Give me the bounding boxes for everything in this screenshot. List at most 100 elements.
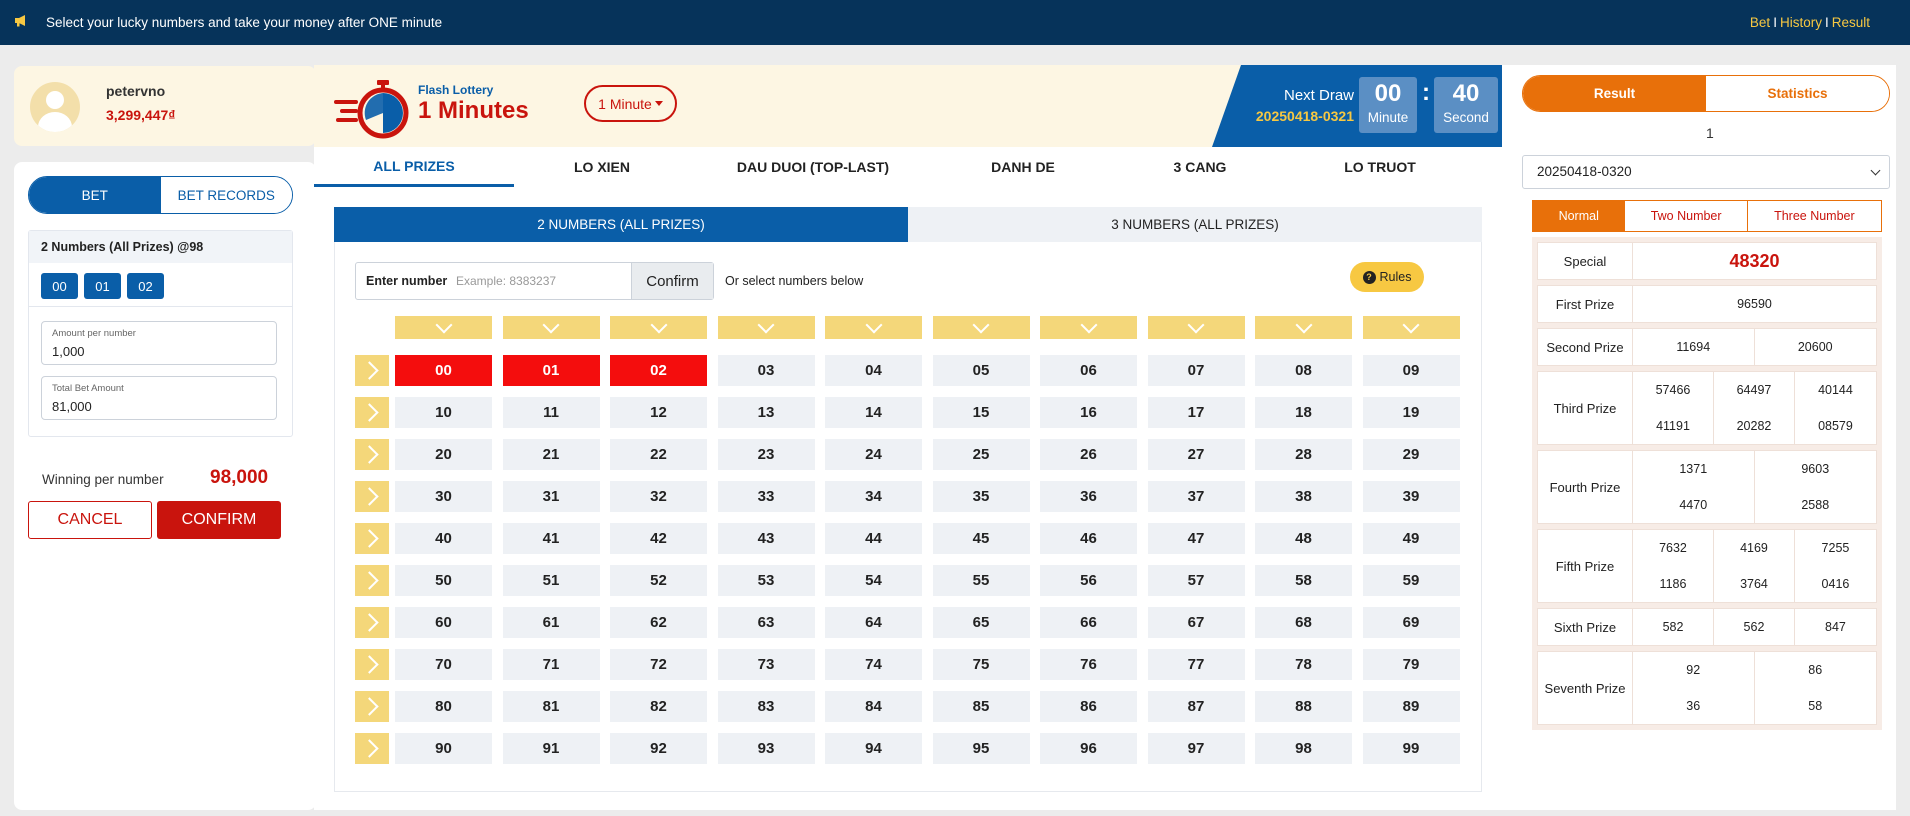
number-cell[interactable]: 01 [502, 355, 600, 386]
number-cell[interactable]: 97 [1147, 733, 1245, 764]
number-cell[interactable]: 32 [610, 481, 707, 512]
number-cell[interactable]: 18 [1255, 397, 1352, 428]
column-select-button[interactable] [1255, 316, 1352, 339]
row-select-button[interactable] [355, 439, 389, 470]
number-cell[interactable]: 59 [1362, 565, 1460, 596]
number-cell[interactable]: 39 [1362, 481, 1460, 512]
number-cell[interactable]: 30 [395, 481, 492, 512]
number-cell[interactable]: 54 [825, 565, 922, 596]
confirm-button[interactable]: CONFIRM [157, 501, 281, 539]
number-cell[interactable]: 75 [932, 649, 1030, 680]
number-cell[interactable]: 56 [1040, 565, 1137, 596]
amount-per-number-field[interactable]: Amount per number 1,000 [41, 321, 277, 365]
number-cell[interactable]: 50 [395, 565, 492, 596]
tab-bet[interactable]: BET [29, 177, 161, 213]
number-cell[interactable]: 26 [1040, 439, 1137, 470]
tab-two-number[interactable]: Two Number [1625, 201, 1748, 231]
number-cell[interactable]: 23 [717, 439, 815, 470]
number-cell[interactable]: 93 [717, 733, 815, 764]
row-select-button[interactable] [355, 691, 389, 722]
number-cell[interactable]: 87 [1147, 691, 1245, 722]
number-cell[interactable]: 31 [502, 481, 600, 512]
number-cell[interactable]: 42 [610, 523, 707, 554]
number-cell[interactable]: 70 [395, 649, 492, 680]
tab-statistics[interactable]: Statistics [1706, 76, 1889, 111]
selected-chip[interactable]: 01 [84, 273, 121, 299]
row-select-button[interactable] [355, 523, 389, 554]
number-cell[interactable]: 48 [1255, 523, 1352, 554]
number-cell[interactable]: 22 [610, 439, 707, 470]
period-dropdown[interactable]: 1 Minute [584, 85, 677, 122]
row-select-button[interactable] [355, 649, 389, 680]
number-cell[interactable]: 52 [610, 565, 707, 596]
number-cell[interactable]: 66 [1040, 607, 1137, 638]
number-cell[interactable]: 21 [502, 439, 600, 470]
number-cell[interactable]: 24 [825, 439, 922, 470]
number-cell[interactable]: 67 [1147, 607, 1245, 638]
tab-lo-truot[interactable]: LO TRUOT [1290, 147, 1470, 187]
number-cell[interactable]: 84 [825, 691, 922, 722]
number-cell[interactable]: 89 [1362, 691, 1460, 722]
number-cell[interactable]: 27 [1147, 439, 1245, 470]
number-cell[interactable]: 90 [395, 733, 492, 764]
number-cell[interactable]: 72 [610, 649, 707, 680]
column-select-button[interactable] [825, 316, 922, 339]
number-cell[interactable]: 07 [1147, 355, 1245, 386]
number-cell[interactable]: 36 [1040, 481, 1137, 512]
number-cell[interactable]: 73 [717, 649, 815, 680]
number-cell[interactable]: 11 [502, 397, 600, 428]
number-cell[interactable]: 65 [932, 607, 1030, 638]
row-select-button[interactable] [355, 565, 389, 596]
number-cell[interactable]: 09 [1362, 355, 1460, 386]
number-cell[interactable]: 41 [502, 523, 600, 554]
number-cell[interactable]: 81 [502, 691, 600, 722]
number-cell[interactable]: 44 [825, 523, 922, 554]
number-cell[interactable]: 10 [395, 397, 492, 428]
number-cell[interactable]: 19 [1362, 397, 1460, 428]
number-cell[interactable]: 51 [502, 565, 600, 596]
column-select-button[interactable] [395, 316, 492, 339]
number-cell[interactable]: 53 [717, 565, 815, 596]
row-select-button[interactable] [355, 397, 389, 428]
number-cell[interactable]: 94 [825, 733, 922, 764]
number-cell[interactable]: 02 [610, 355, 707, 386]
number-cell[interactable]: 04 [825, 355, 922, 386]
number-cell[interactable]: 14 [825, 397, 922, 428]
column-select-button[interactable] [717, 316, 815, 339]
number-cell[interactable]: 91 [502, 733, 600, 764]
tab-2-numbers[interactable]: 2 NUMBERS (ALL PRIZES) [334, 207, 908, 242]
number-cell[interactable]: 96 [1040, 733, 1137, 764]
cancel-button[interactable]: CANCEL [28, 501, 152, 539]
number-cell[interactable]: 86 [1040, 691, 1137, 722]
enter-number-input[interactable] [456, 274, 624, 288]
number-cell[interactable]: 60 [395, 607, 492, 638]
tab-lo-xien[interactable]: LO XIEN [514, 147, 690, 187]
number-cell[interactable]: 47 [1147, 523, 1245, 554]
row-select-button[interactable] [355, 607, 389, 638]
number-cell[interactable]: 79 [1362, 649, 1460, 680]
tab-three-number[interactable]: Three Number [1748, 201, 1881, 231]
number-cell[interactable]: 74 [825, 649, 922, 680]
tab-normal[interactable]: Normal [1533, 201, 1626, 231]
number-cell[interactable]: 83 [717, 691, 815, 722]
draw-select[interactable]: 20250418-0320 [1522, 155, 1890, 189]
number-cell[interactable]: 85 [932, 691, 1030, 722]
tab-3-numbers[interactable]: 3 NUMBERS (ALL PRIZES) [908, 207, 1482, 242]
number-cell[interactable]: 03 [717, 355, 815, 386]
number-cell[interactable]: 08 [1255, 355, 1352, 386]
number-cell[interactable]: 88 [1255, 691, 1352, 722]
number-cell[interactable]: 29 [1362, 439, 1460, 470]
tab-danh-de[interactable]: DANH DE [936, 147, 1110, 187]
result-link[interactable]: Result [1832, 15, 1870, 30]
column-select-button[interactable] [932, 316, 1030, 339]
row-select-button[interactable] [355, 733, 389, 764]
number-cell[interactable]: 40 [395, 523, 492, 554]
total-bet-field[interactable]: Total Bet Amount 81,000 [41, 376, 277, 420]
rules-button[interactable]: ? Rules [1350, 262, 1424, 292]
tab-result[interactable]: Result [1523, 76, 1706, 111]
number-cell[interactable]: 99 [1362, 733, 1460, 764]
number-cell[interactable]: 06 [1040, 355, 1137, 386]
number-cell[interactable]: 80 [395, 691, 492, 722]
number-cell[interactable]: 25 [932, 439, 1030, 470]
number-cell[interactable]: 64 [825, 607, 922, 638]
